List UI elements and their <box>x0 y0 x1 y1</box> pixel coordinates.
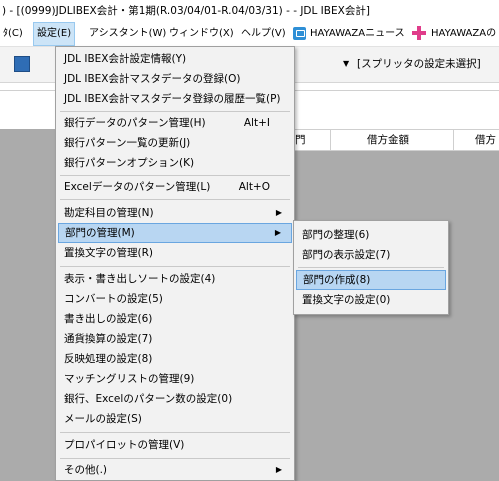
menu-item-assistant[interactable]: アシスタント(W) <box>86 22 169 46</box>
menu-item-label: 反映処理の設定(8) <box>64 353 153 365</box>
splitter-value: [スプリッタの設定未選択] <box>357 58 481 70</box>
splitter-select[interactable]: ▼ [スプリッタの設定未選択] <box>343 55 499 73</box>
department-submenu: 部門の整理(6) 部門の表示設定(7) 部門の作成(8) 置換文字の設定(0) <box>293 220 449 315</box>
menu-item-mail-settings[interactable]: メールの設定(S) <box>58 409 292 429</box>
menu-item-export-settings[interactable]: 書き出しの設定(6) <box>58 309 292 329</box>
menu-item-label: 銀行データのパターン管理(H) <box>64 117 206 129</box>
menu-item-bank-pattern-update[interactable]: 銀行パターン一覧の更新(J) <box>58 133 292 153</box>
menu-item-label: 表示・書き出しソートの設定(4) <box>64 273 216 285</box>
menu-item-master-data-history[interactable]: JDL IBEX会計マスタデータ登録の履歴一覧(P) <box>58 89 292 109</box>
menu-item-settings[interactable]: 設定(E) <box>33 22 76 46</box>
menu-item-label: 部門の整理(6) <box>302 229 370 241</box>
menu-item-label: JDL IBEX会計マスタデータ登録の履歴一覧(P) <box>64 93 281 105</box>
menu-item-label: 部門の表示設定(7) <box>302 249 391 261</box>
submenu-item-department-display[interactable]: 部門の表示設定(7) <box>296 245 446 265</box>
menu-item-department-manage[interactable]: 部門の管理(M) ▶ <box>58 223 292 243</box>
menu-item-matching-list[interactable]: マッチングリストの管理(9) <box>58 369 292 389</box>
submenu-item-department-organize[interactable]: 部門の整理(6) <box>296 225 446 245</box>
menu-separator <box>60 111 290 112</box>
submenu-arrow-icon: ▶ <box>275 208 282 217</box>
menu-item-label: その他(.) <box>64 464 108 476</box>
menu-item-label: マッチングリストの管理(9) <box>64 373 195 385</box>
medical-cross-icon <box>412 26 426 40</box>
menu-item-pattern-count[interactable]: 銀行、Excelのパターン数の設定(0) <box>58 389 292 409</box>
menu-item-display-sort[interactable]: 表示・書き出しソートの設定(4) <box>58 269 292 289</box>
menu-separator <box>60 175 290 176</box>
menu-item-apply-settings[interactable]: 反映処理の設定(8) <box>58 349 292 369</box>
menu-separator <box>60 432 290 433</box>
toolbar-app-icon[interactable] <box>14 56 30 72</box>
menu-item-window[interactable]: ウィンドウ(X) <box>166 22 237 46</box>
menu-item-label: 銀行パターンオプション(K) <box>64 157 195 169</box>
grid-header: 門 借方金額 借方 <box>285 129 499 151</box>
menu-item-excel-pattern-manage[interactable]: Excelデータのパターン管理(L) Alt+O <box>58 177 292 197</box>
window-title: ) - [(0999)JDLIBEX会計・第1期(R.03/04/01-R.04… <box>0 0 499 22</box>
menu-item-tools[interactable]: ﾀ(C) <box>0 22 26 46</box>
menu-separator <box>60 458 290 459</box>
menu-item-hayawaza-news[interactable]: HAYAWAZAニュース <box>307 22 408 46</box>
menu-item-label: 銀行、Excelのパターン数の設定(0) <box>64 393 233 405</box>
menu-item-bank-pattern-manage[interactable]: 銀行データのパターン管理(H) Alt+I <box>58 113 292 133</box>
menu-item-hayawaza[interactable]: HAYAWAZAの <box>428 22 499 46</box>
submenu-item-department-create[interactable]: 部門の作成(8) <box>296 270 446 290</box>
menu-item-label: JDL IBEX会計マスタデータの登録(O) <box>64 73 241 85</box>
column-divider <box>453 130 454 150</box>
menu-separator <box>60 199 290 200</box>
menu-item-label: コンバートの設定(5) <box>64 293 163 305</box>
menu-item-bank-pattern-options[interactable]: 銀行パターンオプション(K) <box>58 153 292 173</box>
shortcut-label: Alt+O <box>238 181 270 193</box>
column-header-debit-amount[interactable]: 借方金額 <box>367 130 409 150</box>
menu-item-ibex-settings-info[interactable]: JDL IBEX会計設定情報(Y) <box>58 49 292 69</box>
menu-item-label: 部門の管理(M) <box>65 227 135 239</box>
menu-item-label: 通貨換算の設定(7) <box>64 333 153 345</box>
menu-item-label: Excelデータのパターン管理(L) <box>64 181 211 193</box>
menu-item-label: プロパイロットの管理(V) <box>64 439 185 451</box>
menu-item-replace-text-manage[interactable]: 置換文字の管理(R) <box>58 243 292 263</box>
column-divider <box>330 130 331 150</box>
menu-item-label: 部門の作成(8) <box>303 274 371 286</box>
menu-item-currency-settings[interactable]: 通貨換算の設定(7) <box>58 329 292 349</box>
menu-item-label: 書き出しの設定(6) <box>64 313 153 325</box>
menu-item-label: メールの設定(S) <box>64 413 142 425</box>
column-header-debit[interactable]: 借方 <box>475 130 496 150</box>
menu-separator <box>298 267 444 268</box>
menu-item-master-data-register[interactable]: JDL IBEX会計マスタデータの登録(O) <box>58 69 292 89</box>
submenu-arrow-icon: ▶ <box>274 228 281 237</box>
menu-item-account-manage[interactable]: 勘定科目の管理(N) ▶ <box>58 203 292 223</box>
submenu-item-replace-text-settings[interactable]: 置換文字の設定(0) <box>296 290 446 310</box>
menu-item-label: 勘定科目の管理(N) <box>64 207 154 219</box>
menu-item-help[interactable]: ヘルプ(V) <box>238 22 289 46</box>
menu-item-propilot-manage[interactable]: プロパイロットの管理(V) <box>58 435 292 455</box>
shortcut-label: Alt+I <box>243 117 270 129</box>
menu-item-convert-settings[interactable]: コンバートの設定(5) <box>58 289 292 309</box>
menu-item-label: 置換文字の管理(R) <box>64 247 153 259</box>
dropdown-arrow-icon: ▼ <box>343 59 350 68</box>
menu-separator <box>60 266 290 267</box>
news-icon <box>293 27 306 40</box>
column-header-department[interactable]: 門 <box>295 130 306 150</box>
menu-bar: ﾀ(C) 設定(E) アシスタント(W) ウィンドウ(X) ヘルプ(V) HAY… <box>0 22 499 47</box>
menu-item-label: 銀行パターン一覧の更新(J) <box>64 137 191 149</box>
menu-item-label: JDL IBEX会計設定情報(Y) <box>64 53 187 65</box>
menu-item-other[interactable]: その他(.) ▶ <box>58 460 292 480</box>
submenu-arrow-icon: ▶ <box>275 465 282 474</box>
settings-menu: JDL IBEX会計設定情報(Y) JDL IBEX会計マスタデータの登録(O)… <box>55 46 295 481</box>
menu-item-label: 置換文字の設定(0) <box>302 294 391 306</box>
